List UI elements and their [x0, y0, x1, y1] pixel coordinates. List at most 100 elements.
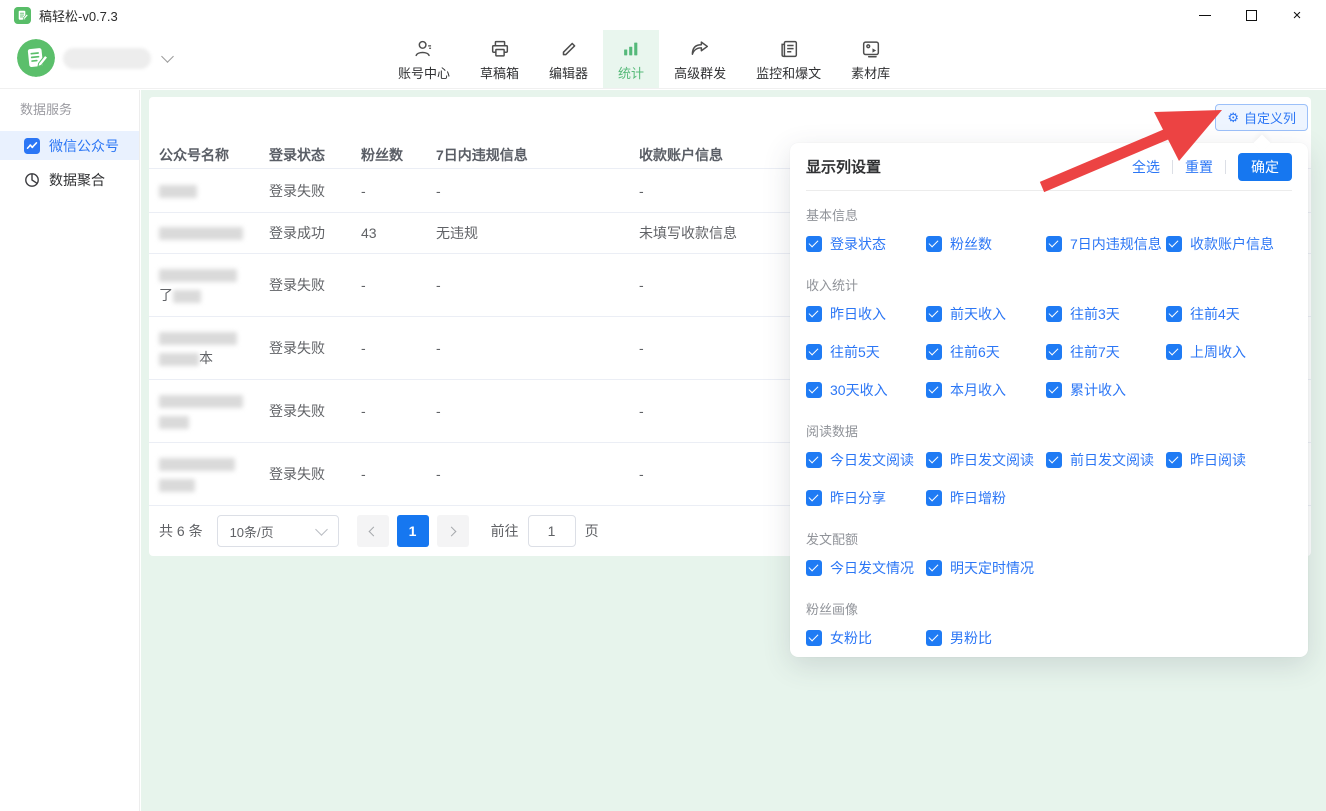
checkbox-label: 前日发文阅读 — [1070, 450, 1154, 470]
checkbox-checked-icon[interactable] — [926, 630, 942, 646]
column-checkbox-item[interactable]: 往前6天 — [926, 333, 1046, 371]
user-name-redacted — [63, 48, 151, 69]
sidebar-item-label: 微信公众号 — [49, 136, 119, 156]
popup-section-grid: 今日发文情况明天定时情况 — [806, 549, 1292, 587]
pagination: 共 6 条 10条/页 1 前往 页 — [159, 515, 599, 547]
bar-chart-icon — [620, 36, 642, 60]
checkbox-label: 男粉比 — [950, 628, 992, 648]
checkbox-checked-icon[interactable] — [1046, 306, 1062, 322]
column-checkbox-item[interactable]: 本月收入 — [926, 371, 1046, 409]
customize-columns-button[interactable]: ⚙ 自定义列 — [1215, 104, 1308, 131]
column-checkbox-item[interactable]: 昨日分享 — [806, 479, 926, 517]
page-size-select[interactable]: 10条/页 — [217, 515, 339, 547]
popup-section-title: 粉丝画像 — [806, 601, 1292, 619]
column-header: 7日内违规信息 — [436, 145, 639, 165]
column-checkbox-item[interactable]: 明天定时情况 — [926, 549, 1046, 587]
checkbox-checked-icon[interactable] — [1046, 452, 1062, 468]
column-checkbox-item[interactable]: 往前3天 — [1046, 295, 1166, 333]
nav-tab-statistics[interactable]: 统计 — [603, 30, 659, 88]
user-account-switcher[interactable] — [17, 39, 172, 77]
sidebar-item-wechat-official-account[interactable]: 微信公众号 — [0, 131, 139, 160]
column-checkbox-item[interactable]: 昨日收入 — [806, 295, 926, 333]
column-checkbox-item[interactable]: 今日发文阅读 — [806, 441, 926, 479]
column-checkbox-item[interactable]: 前日发文阅读 — [1046, 441, 1166, 479]
checkbox-checked-icon[interactable] — [806, 306, 822, 322]
minimize-button[interactable] — [1182, 0, 1228, 30]
checkbox-checked-icon[interactable] — [806, 344, 822, 360]
checkbox-checked-icon[interactable] — [1046, 382, 1062, 398]
nav-tab-editor[interactable]: 编辑器 — [534, 30, 603, 88]
fans-count: - — [361, 277, 436, 293]
column-checkbox-item[interactable]: 往前7天 — [1046, 333, 1166, 371]
column-checkbox-item[interactable]: 30天收入 — [806, 371, 926, 409]
checkbox-checked-icon[interactable] — [1046, 344, 1062, 360]
checkbox-checked-icon[interactable] — [926, 236, 942, 252]
login-status: 登录失败 — [269, 464, 361, 484]
checkbox-checked-icon[interactable] — [1166, 236, 1182, 252]
checkbox-label: 昨日分享 — [830, 488, 886, 508]
nav-tab-account-center[interactable]: 账号中心 — [383, 30, 465, 88]
printer-icon — [489, 36, 511, 60]
account-name-redacted — [159, 453, 269, 495]
column-checkbox-item[interactable]: 前天收入 — [926, 295, 1046, 333]
customize-columns-label: 自定义列 — [1244, 108, 1296, 127]
column-checkbox-item[interactable]: 女粉比 — [806, 619, 926, 657]
checkbox-checked-icon[interactable] — [1046, 236, 1062, 252]
nav-tab-label: 账号中心 — [398, 63, 450, 82]
checkbox-checked-icon[interactable] — [1166, 344, 1182, 360]
column-checkbox-item[interactable]: 昨日发文阅读 — [926, 441, 1046, 479]
checkbox-checked-icon[interactable] — [806, 560, 822, 576]
column-checkbox-item[interactable]: 昨日阅读 — [1166, 441, 1286, 479]
nav-tab-monitor[interactable]: 监控和爆文 — [741, 30, 836, 88]
checkbox-checked-icon[interactable] — [926, 560, 942, 576]
checkbox-label: 往前4天 — [1190, 304, 1240, 324]
column-header: 登录状态 — [269, 145, 361, 165]
goto-page-input[interactable] — [528, 515, 576, 547]
checkbox-checked-icon[interactable] — [926, 452, 942, 468]
popup-section-grid: 今日发文阅读昨日发文阅读 前日发文阅读昨日阅读昨日分享 昨日增粉 — [806, 441, 1292, 517]
next-page-button[interactable] — [437, 515, 469, 547]
popup-section-title: 阅读数据 — [806, 423, 1292, 441]
column-checkbox-item[interactable]: 累计收入 — [1046, 371, 1166, 409]
app-header: 账号中心草稿箱编辑器统计高级群发监控和爆文素材库 — [0, 30, 1326, 89]
column-checkbox-item[interactable]: 昨日增粉 — [926, 479, 1046, 517]
checkbox-checked-icon[interactable] — [806, 452, 822, 468]
sidebar-group-title: 数据服务 — [0, 90, 139, 126]
checkbox-checked-icon[interactable] — [806, 382, 822, 398]
violations: 无违规 — [436, 223, 639, 243]
maximize-button[interactable] — [1228, 0, 1274, 30]
column-checkbox-item[interactable]: 7日内违规信息 — [1046, 225, 1166, 263]
nav-tab-group-send[interactable]: 高级群发 — [659, 30, 741, 88]
reset-link[interactable]: 重置 — [1185, 157, 1213, 177]
column-checkbox-item[interactable]: 往前5天 — [806, 333, 926, 371]
column-checkbox-item[interactable]: 上周收入 — [1166, 333, 1286, 371]
checkbox-label: 30天收入 — [830, 380, 888, 400]
window-title: 稿轻松-v0.7.3 — [39, 6, 118, 25]
column-checkbox-item[interactable]: 粉丝数 — [926, 225, 1046, 263]
checkbox-checked-icon[interactable] — [926, 382, 942, 398]
column-checkbox-item[interactable]: 收款账户信息 — [1166, 225, 1286, 263]
close-button[interactable]: × — [1274, 0, 1320, 30]
page-number-current[interactable]: 1 — [397, 515, 429, 547]
column-checkbox-item[interactable]: 往前4天 — [1166, 295, 1286, 333]
checkbox-checked-icon[interactable] — [926, 344, 942, 360]
person-icon — [413, 36, 435, 60]
sidebar-item-data-aggregation[interactable]: 数据聚合 — [0, 165, 139, 194]
column-checkbox-item[interactable]: 登录状态 — [806, 225, 926, 263]
nav-tab-material-library[interactable]: 素材库 — [836, 30, 905, 88]
checkbox-checked-icon[interactable] — [1166, 306, 1182, 322]
column-checkbox-item[interactable]: 男粉比 — [926, 619, 1046, 657]
popup-section-grid: 女粉比 男粉比 — [806, 619, 1292, 657]
confirm-button[interactable]: 确定 — [1238, 153, 1292, 181]
checkbox-checked-icon[interactable] — [806, 490, 822, 506]
nav-tab-drafts[interactable]: 草稿箱 — [465, 30, 534, 88]
checkbox-checked-icon[interactable] — [926, 490, 942, 506]
select-all-link[interactable]: 全选 — [1132, 157, 1160, 177]
column-checkbox-item[interactable]: 今日发文情况 — [806, 549, 926, 587]
checkbox-checked-icon[interactable] — [926, 306, 942, 322]
checkbox-checked-icon[interactable] — [1166, 452, 1182, 468]
checkbox-checked-icon[interactable] — [806, 236, 822, 252]
prev-page-button[interactable] — [357, 515, 389, 547]
checkbox-checked-icon[interactable] — [806, 630, 822, 646]
pencil-icon — [558, 36, 580, 60]
